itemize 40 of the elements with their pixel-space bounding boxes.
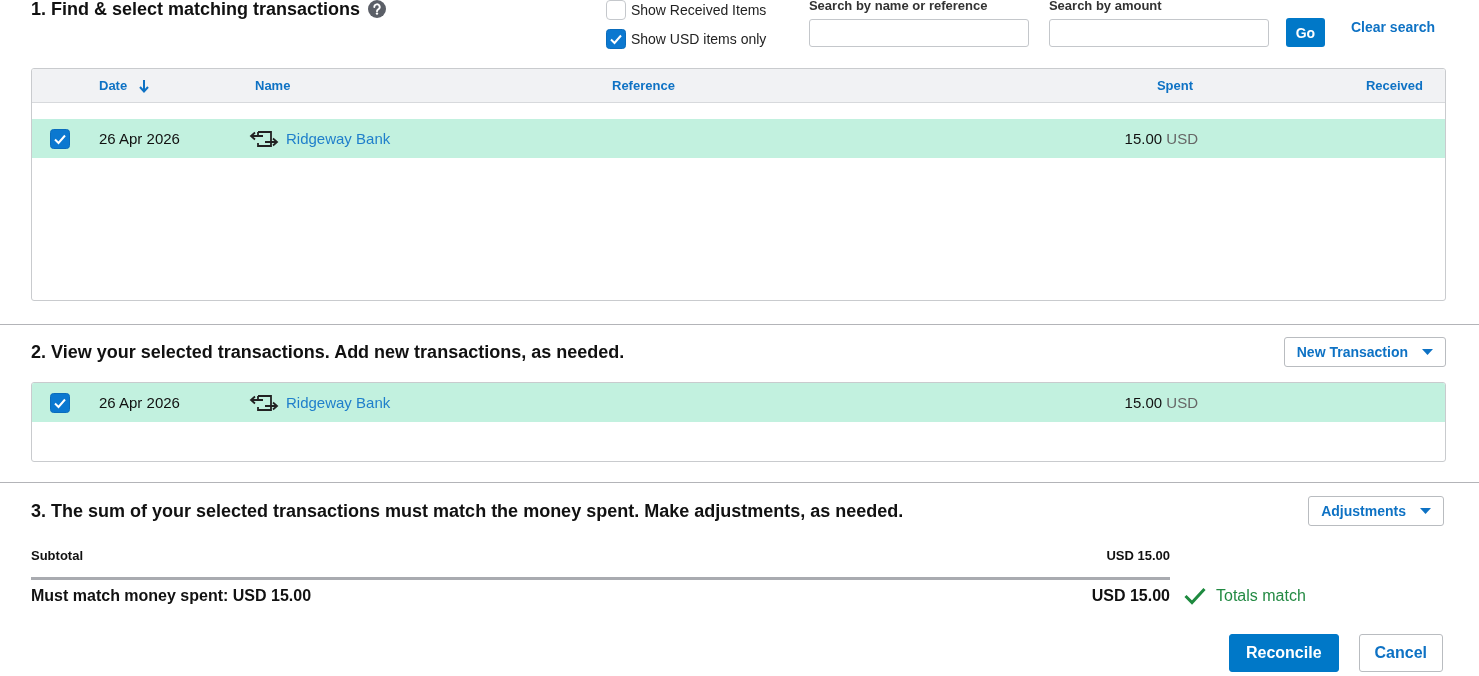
- column-header[interactable]: Reference: [612, 78, 675, 93]
- must-match-amount: USD 15.00: [1091, 586, 1170, 606]
- search-field[interactable]: [1048, 19, 1269, 47]
- column-header[interactable]: Name: [255, 78, 291, 93]
- subtotal-amount: USD 15.00: [1106, 547, 1170, 565]
- checkbox-label[interactable]: Show Received Items: [630, 2, 767, 18]
- checkbox[interactable]: [605, 29, 626, 49]
- adjustments-button[interactable]: Adjustments: [1308, 496, 1444, 526]
- checkbox-label[interactable]: Show USD items only: [630, 31, 767, 47]
- new-transaction-button[interactable]: New Transaction: [1283, 337, 1446, 367]
- column-header[interactable]: Spent: [1156, 78, 1193, 93]
- caret-icon: [1422, 349, 1433, 355]
- field-label: Search by name or reference: [808, 0, 988, 14]
- field-label: Search by amount: [1048, 0, 1162, 14]
- date-cell: 26 Apr 2026: [99, 130, 180, 147]
- section-heading: 2. View your selected transactions. Add new transactions, as needed.: [31, 341, 625, 363]
- column-header[interactable]: Date: [99, 78, 128, 93]
- search-field[interactable]: [808, 19, 1029, 47]
- column-header[interactable]: Received: [1365, 78, 1423, 93]
- payee-link[interactable]: Ridgeway Bank: [286, 394, 391, 411]
- caret-icon: [1420, 508, 1431, 514]
- checkbox[interactable]: [605, 0, 626, 20]
- spent-amount: 15.00 USD: [1124, 394, 1198, 411]
- subtotal-label: Subtotal: [31, 547, 83, 565]
- cancel-button[interactable]: Cancel: [1358, 634, 1443, 672]
- match-status: Totals match: [1216, 587, 1306, 605]
- transaction-row[interactable]: 26 Apr 2026 Ridgeway Bank 15.00 USD: [32, 383, 1445, 422]
- help-icon[interactable]: [368, 0, 387, 18]
- go-button[interactable]: Go: [1285, 18, 1325, 47]
- section-heading: 1. Find & select matching transactions: [31, 0, 361, 20]
- date-cell: 26 Apr 2026: [99, 394, 180, 411]
- checkbox[interactable]: [50, 392, 70, 413]
- spent-amount: 15.00 USD: [1124, 130, 1198, 147]
- payee-link[interactable]: Ridgeway Bank: [286, 130, 391, 147]
- clear-search-link[interactable]: Clear search: [1350, 19, 1435, 35]
- reconcile-button[interactable]: Reconcile: [1228, 634, 1339, 672]
- transaction-row[interactable]: 26 Apr 2026 Ridgeway Bank 15.00 USD: [32, 119, 1445, 158]
- section-heading: 3. The sum of your selected transactions must match the money spent. Make adjustments, as needed.: [31, 500, 904, 522]
- must-match-label: Must match money spent: USD 15.00: [31, 586, 312, 606]
- checkbox[interactable]: [50, 128, 70, 149]
